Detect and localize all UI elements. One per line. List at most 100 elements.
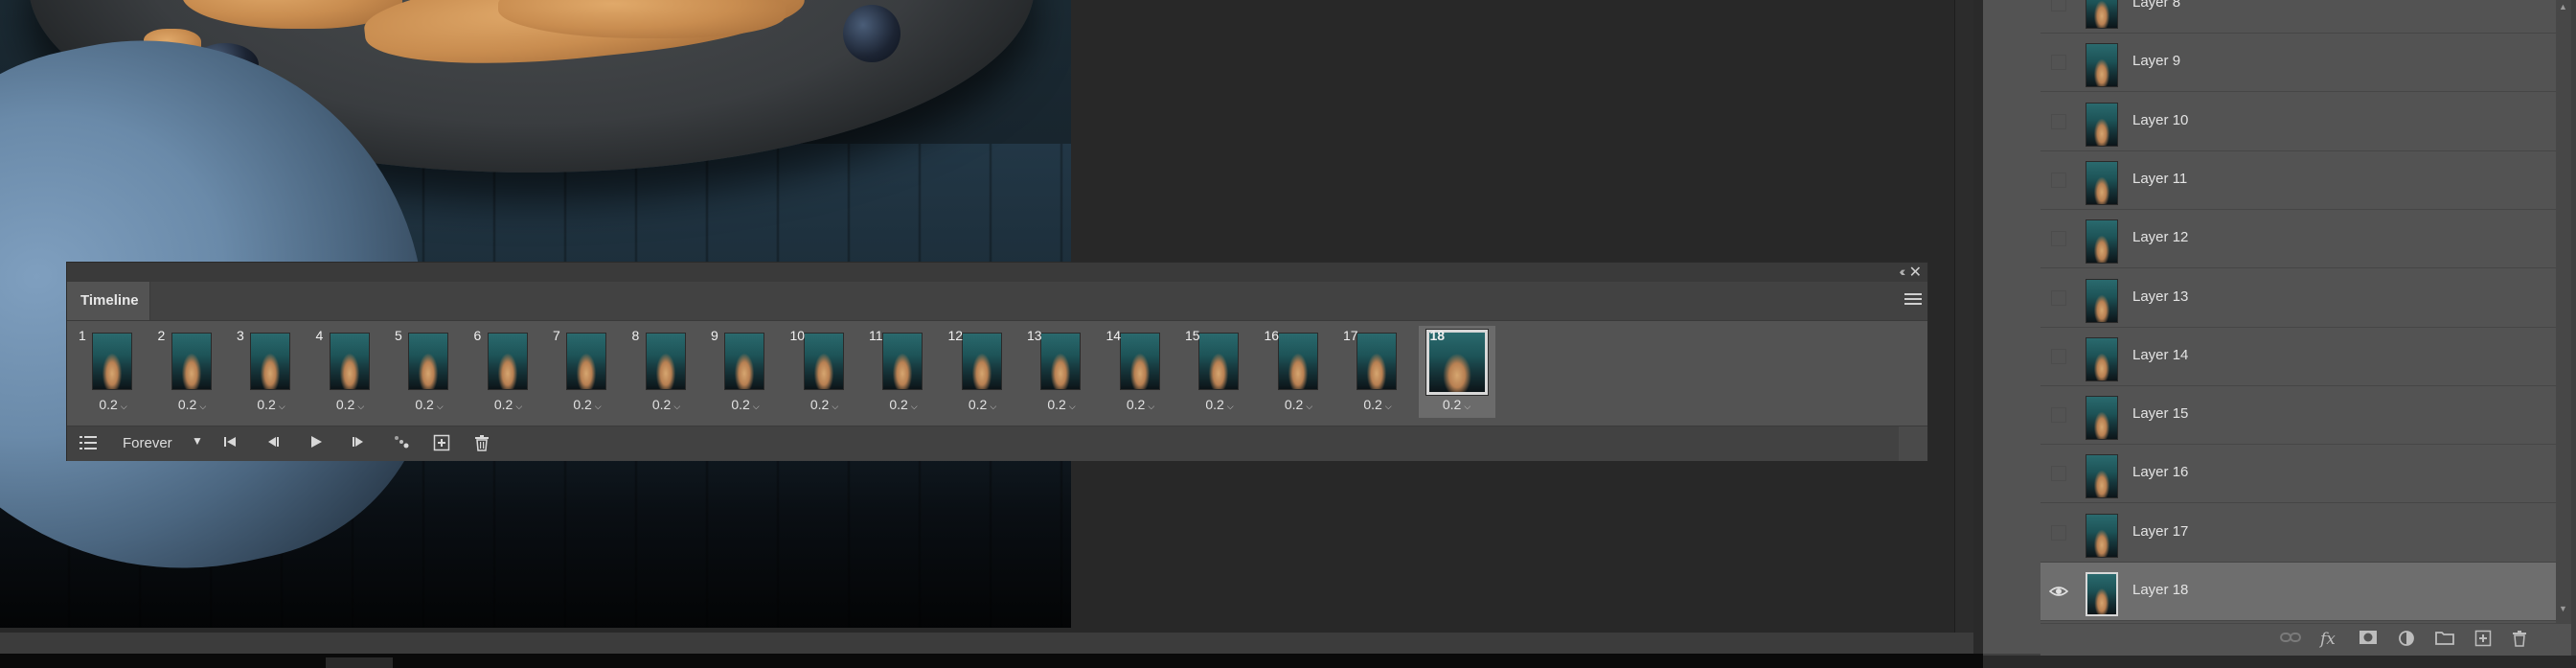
timeline-titlebar[interactable]: ‹‹ ✕ bbox=[67, 263, 1927, 282]
animation-frame[interactable]: 1 0.2 ⌵ bbox=[75, 326, 151, 418]
scroll-up-icon[interactable]: ▲ bbox=[2559, 2, 2567, 12]
frame-delay-select[interactable]: 0.2 ⌵ bbox=[628, 397, 705, 412]
frame-delay-select[interactable]: 0.2 ⌵ bbox=[549, 397, 626, 412]
play-icon[interactable] bbox=[308, 434, 324, 454]
animation-frame[interactable]: 10 0.2 ⌵ bbox=[786, 326, 863, 418]
layer-name[interactable]: Layer 17 bbox=[2132, 523, 2188, 540]
canvas-horizontal-scrollbar[interactable] bbox=[0, 633, 1983, 654]
trash-icon[interactable] bbox=[2512, 630, 2527, 652]
visibility-toggle[interactable] bbox=[2051, 0, 2066, 12]
animation-frame[interactable]: 7 0.2 ⌵ bbox=[549, 326, 626, 418]
visibility-toggle[interactable] bbox=[2051, 231, 2066, 247]
layer-name[interactable]: Layer 14 bbox=[2132, 347, 2188, 363]
layer-name[interactable]: Layer 15 bbox=[2132, 405, 2188, 422]
frame-delay-select[interactable]: 0.2 ⌵ bbox=[1023, 397, 1100, 412]
animation-frame[interactable]: 8 0.2 ⌵ bbox=[627, 326, 705, 418]
layer-name[interactable]: Layer 12 bbox=[2132, 229, 2188, 245]
layer-row[interactable]: Layer 11 bbox=[2040, 150, 2556, 210]
layer-row[interactable]: Layer 16 bbox=[2040, 445, 2556, 504]
frame-delay-select[interactable]: 0.2 ⌵ bbox=[391, 397, 467, 412]
layer-row[interactable]: Layer 12 bbox=[2040, 210, 2556, 269]
previous-frame-icon[interactable] bbox=[265, 434, 281, 454]
chevron-down-icon[interactable]: ⌵ bbox=[1385, 402, 1392, 411]
frame-delay-select[interactable]: 0.2 ⌵ bbox=[865, 397, 942, 412]
layer-mask-icon[interactable] bbox=[2359, 630, 2378, 650]
chevron-down-icon[interactable]: ⌵ bbox=[990, 402, 996, 411]
panel-divider[interactable] bbox=[1973, 0, 1983, 654]
frame-delay-select[interactable]: 0.2 ⌵ bbox=[786, 397, 863, 412]
convert-to-video-timeline-icon[interactable] bbox=[79, 434, 98, 456]
layer-name[interactable]: Layer 13 bbox=[2132, 288, 2188, 305]
link-layers-icon[interactable] bbox=[2280, 630, 2301, 649]
chevron-down-icon[interactable]: ⌵ bbox=[515, 402, 522, 411]
animation-frame[interactable]: 3 0.2 ⌵ bbox=[233, 326, 309, 418]
chevron-down-icon[interactable]: ⌵ bbox=[1464, 402, 1470, 411]
chevron-down-icon[interactable]: ▼ bbox=[192, 434, 203, 448]
visibility-toggle[interactable] bbox=[2051, 113, 2066, 129]
animation-frame[interactable]: 16 0.2 ⌵ bbox=[1260, 326, 1337, 418]
frame-delay-select[interactable]: 0.2 ⌵ bbox=[75, 397, 151, 412]
layer-name[interactable]: Layer 8 bbox=[2132, 0, 2180, 11]
animation-frame[interactable]: 17 0.2 ⌵ bbox=[1339, 326, 1416, 418]
next-frame-icon[interactable] bbox=[351, 434, 366, 454]
frame-delay-select[interactable]: 0.2 ⌵ bbox=[312, 397, 389, 412]
trash-icon[interactable] bbox=[474, 434, 490, 456]
visibility-toggle[interactable] bbox=[2051, 55, 2066, 71]
frame-delay-select[interactable]: 0.2 ⌵ bbox=[1181, 397, 1258, 412]
layer-row[interactable]: Layer 10 bbox=[2040, 92, 2556, 151]
layer-row[interactable]: Layer 8 bbox=[2040, 0, 2556, 34]
layer-name[interactable]: Layer 18 bbox=[2132, 582, 2188, 598]
frame-delay-select[interactable]: 0.2 ⌵ bbox=[1103, 397, 1179, 412]
chevron-down-icon[interactable]: ⌵ bbox=[753, 402, 760, 411]
chevron-down-icon[interactable]: ⌵ bbox=[437, 402, 444, 411]
tab-timeline[interactable]: Timeline bbox=[67, 282, 150, 320]
layer-row[interactable]: Layer 17 bbox=[2040, 503, 2556, 563]
animation-frame[interactable]: 4 0.2 ⌵ bbox=[311, 326, 389, 418]
chevron-down-icon[interactable]: ⌵ bbox=[199, 402, 206, 411]
layer-row[interactable]: Layer 13 bbox=[2040, 268, 2556, 328]
chevron-down-icon[interactable]: ⌵ bbox=[1148, 402, 1154, 411]
layer-name[interactable]: Layer 10 bbox=[2132, 112, 2188, 128]
chevron-down-icon[interactable]: ⌵ bbox=[673, 402, 680, 411]
adjustment-layer-icon[interactable] bbox=[2398, 630, 2415, 652]
layer-name[interactable]: Layer 16 bbox=[2132, 464, 2188, 480]
animation-frame[interactable]: 12 0.2 ⌵ bbox=[944, 326, 1021, 418]
frame-delay-select[interactable]: 0.2 ⌵ bbox=[1339, 397, 1416, 412]
chevron-down-icon[interactable]: ⌵ bbox=[1069, 402, 1076, 411]
animation-frame[interactable]: 15 0.2 ⌵ bbox=[1181, 326, 1258, 418]
animation-frame[interactable]: 18 0.2 ⌵ bbox=[1418, 326, 1495, 418]
chevron-down-icon[interactable]: ⌵ bbox=[1227, 402, 1234, 411]
frame-delay-select[interactable]: 0.2 ⌵ bbox=[707, 397, 784, 412]
chevron-down-icon[interactable]: ⌵ bbox=[279, 402, 285, 411]
visibility-toggle[interactable] bbox=[2051, 289, 2066, 306]
visibility-toggle[interactable] bbox=[2051, 348, 2066, 364]
frame-delay-select[interactable]: 0.2 ⌵ bbox=[1419, 397, 1495, 412]
layer-row[interactable]: Layer 15 bbox=[2040, 386, 2556, 446]
folder-icon[interactable] bbox=[2435, 630, 2454, 650]
scroll-down-icon[interactable]: ▼ bbox=[2559, 604, 2567, 613]
animation-frame[interactable]: 14 0.2 ⌵ bbox=[1102, 326, 1179, 418]
visibility-toggle[interactable] bbox=[2051, 466, 2066, 482]
animation-frame[interactable]: 13 0.2 ⌵ bbox=[1023, 326, 1100, 418]
frame-delay-select[interactable]: 0.2 ⌵ bbox=[1261, 397, 1337, 412]
frame-delay-select[interactable]: 0.2 ⌵ bbox=[945, 397, 1021, 412]
first-frame-icon[interactable] bbox=[222, 434, 238, 454]
chevron-down-icon[interactable]: ⌵ bbox=[832, 402, 838, 411]
loop-options-select[interactable]: Forever bbox=[123, 435, 172, 451]
layers-scrollbar[interactable]: ▲ ▼ bbox=[2556, 0, 2571, 623]
chevron-down-icon[interactable]: ⌵ bbox=[911, 402, 918, 411]
visibility-toggle[interactable] bbox=[2051, 407, 2066, 424]
layer-row[interactable]: Layer 18 bbox=[2040, 563, 2556, 621]
chevron-down-icon[interactable]: ⌵ bbox=[121, 402, 127, 411]
new-layer-icon[interactable] bbox=[2474, 630, 2492, 652]
eye-icon[interactable] bbox=[2048, 584, 2069, 599]
fx-icon[interactable]: fx bbox=[2320, 630, 2336, 649]
layer-name[interactable]: Layer 11 bbox=[2132, 171, 2187, 187]
visibility-toggle[interactable] bbox=[2051, 524, 2066, 541]
layer-name[interactable]: Layer 9 bbox=[2132, 53, 2180, 69]
animation-frame[interactable]: 2 0.2 ⌵ bbox=[153, 326, 231, 418]
close-icon[interactable]: ✕ bbox=[1909, 263, 1922, 282]
double-chevron-left-icon[interactable]: ‹‹ bbox=[1900, 264, 1906, 279]
animation-frame[interactable]: 5 0.2 ⌵ bbox=[391, 326, 467, 418]
duplicate-frame-icon[interactable] bbox=[433, 434, 450, 456]
